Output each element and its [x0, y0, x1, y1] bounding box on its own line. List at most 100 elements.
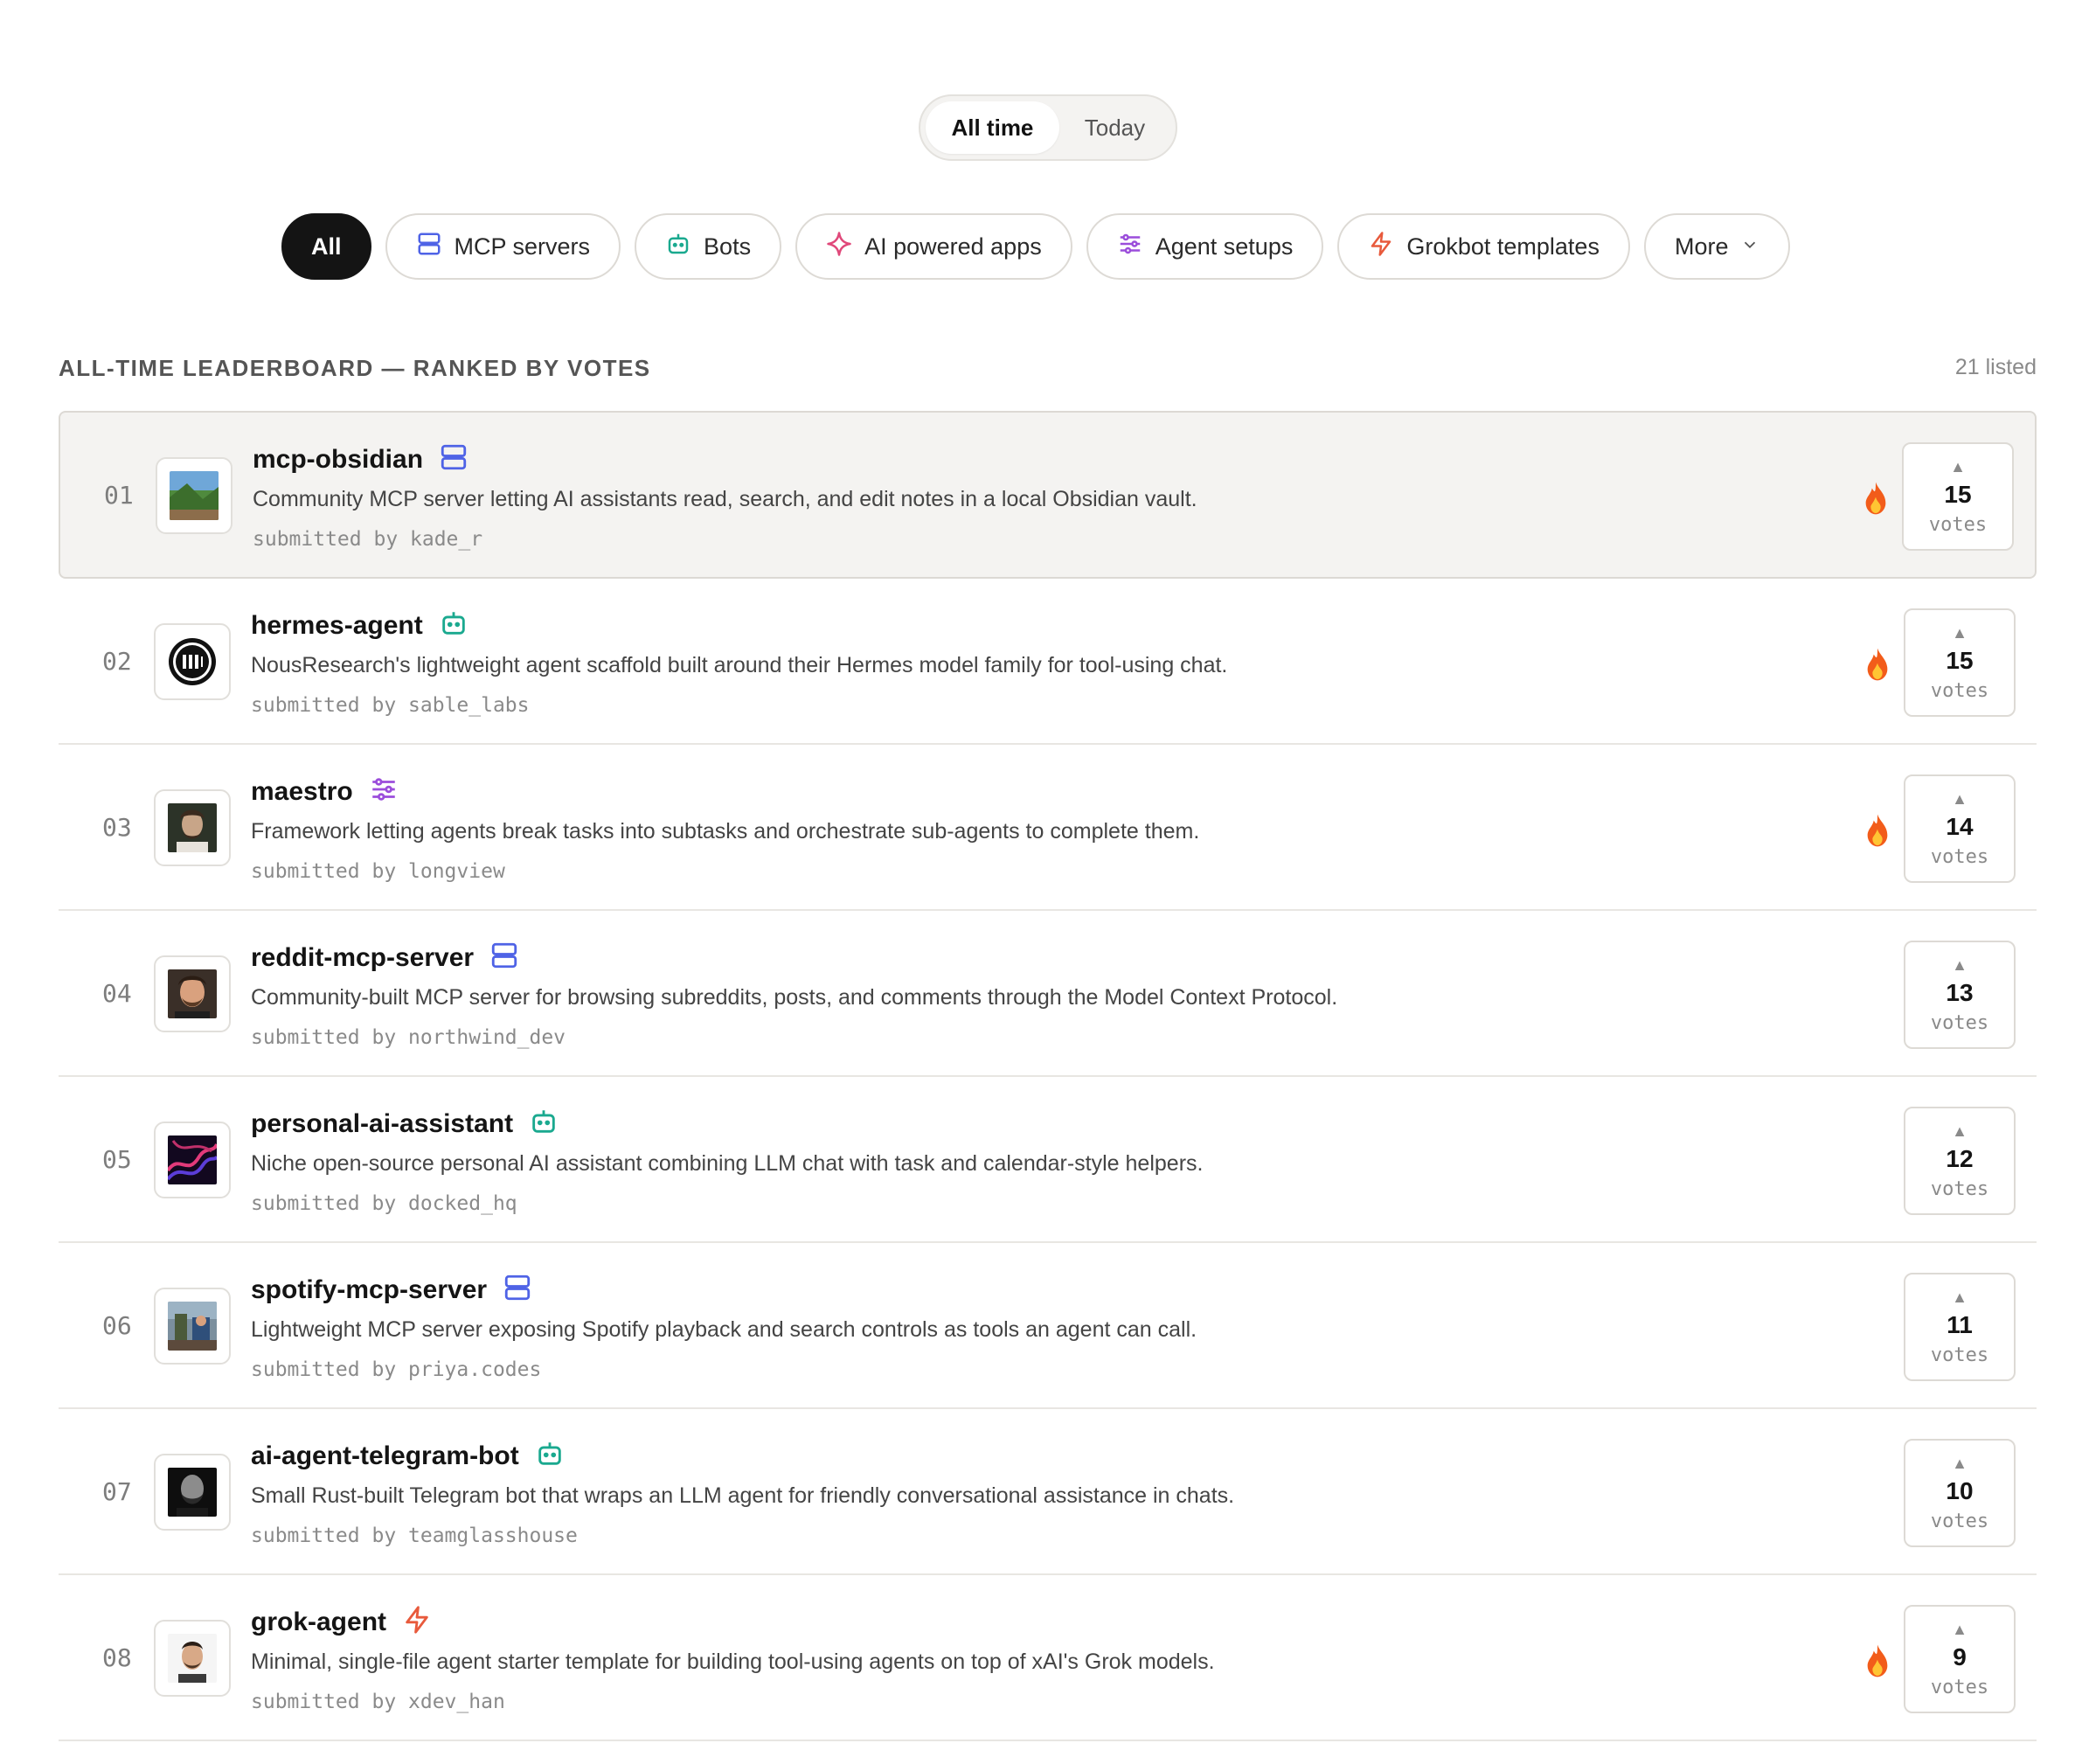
name-line: mcp-obsidian — [253, 442, 468, 476]
submitted-by: submitted by teamglasshouse — [251, 1524, 578, 1547]
submitted-by: submitted by longview — [251, 860, 505, 883]
name-line: hermes-agent — [251, 608, 468, 642]
fire-icon — [1861, 481, 1891, 516]
bot-icon — [529, 1107, 559, 1141]
submitted-by: submitted by priya.codes — [251, 1358, 542, 1381]
upvote-button[interactable]: ▲ 14 votes — [1904, 774, 2016, 883]
project-name[interactable]: ai-agent-telegram-bot — [251, 1441, 519, 1471]
filter-label: More — [1674, 233, 1729, 260]
project-name[interactable]: mcp-obsidian — [253, 445, 423, 475]
filter-bots[interactable]: Bots — [635, 213, 782, 280]
avatar — [168, 1468, 217, 1517]
vote-count: 12 — [1946, 1144, 1974, 1172]
listed-count: 21 listed — [1954, 355, 2037, 379]
list-item[interactable]: 03 maestro Framework letting agents brea… — [59, 745, 2037, 911]
project-name[interactable]: reddit-mcp-server — [251, 943, 474, 973]
upvote-button[interactable]: ▲ 15 votes — [1902, 442, 2014, 551]
project-name[interactable]: spotify-mcp-server — [251, 1275, 487, 1305]
filter-label: MCP servers — [454, 233, 591, 260]
rank-number: 06 — [102, 1310, 132, 1340]
upvote-arrow-icon: ▲ — [1952, 955, 1967, 974]
avatar — [168, 969, 217, 1018]
upvote-arrow-icon: ▲ — [1952, 1288, 1967, 1306]
vote-label: votes — [1930, 1177, 1989, 1200]
list-item[interactable]: 01 mcp-obsidian Community MCP server let… — [59, 411, 2037, 579]
bolt-icon — [1368, 231, 1394, 263]
project-description: Framework letting agents break tasks int… — [251, 819, 1200, 844]
vote-label: votes — [1930, 1510, 1989, 1532]
upvote-arrow-icon: ▲ — [1952, 1620, 1967, 1638]
filter-label: Bots — [704, 233, 752, 260]
upvote-button[interactable]: ▲ 9 votes — [1904, 1605, 2016, 1713]
filter-grokbot-templates[interactable]: Grokbot templates — [1337, 213, 1630, 280]
name-line: spotify-mcp-server — [251, 1273, 532, 1307]
rank-number: 05 — [102, 1144, 132, 1174]
server-icon — [503, 1273, 532, 1307]
filter-ai-powered-apps[interactable]: AI powered apps — [795, 213, 1072, 280]
server-icon — [439, 442, 468, 476]
project-thumbnail — [154, 1620, 231, 1697]
leaderboard-title: ALL-TIME LEADERBOARD — RANKED BY VOTES — [59, 355, 651, 381]
project-description: Small Rust-built Telegram bot that wraps… — [251, 1483, 1235, 1508]
upvote-arrow-icon: ▲ — [1952, 1122, 1967, 1140]
filter-label: Agent setups — [1155, 233, 1294, 260]
project-name[interactable]: hermes-agent — [251, 611, 423, 641]
list-item[interactable]: 06 spotify-mcp-server Lightweight MCP se… — [59, 1243, 2037, 1409]
upvote-button[interactable]: ▲ 12 votes — [1904, 1107, 2016, 1215]
submitted-by: submitted by northwind_dev — [251, 1026, 566, 1049]
abstract-image — [168, 1135, 217, 1184]
name-line: personal-ai-assistant — [251, 1107, 559, 1141]
landscape-image — [170, 471, 219, 520]
chevron-down-icon — [1740, 233, 1759, 260]
submitted-by: submitted by sable_labs — [251, 694, 530, 717]
rank-number: 02 — [102, 646, 132, 676]
upvote-button[interactable]: ▲ 10 votes — [1904, 1439, 2016, 1547]
rank-number: 03 — [102, 812, 132, 842]
filter-label: AI powered apps — [864, 233, 1042, 260]
filter-agent-setups[interactable]: Agent setups — [1086, 213, 1324, 280]
upvote-arrow-icon: ▲ — [1952, 623, 1967, 642]
vote-count: 15 — [1944, 480, 1972, 508]
project-name[interactable]: personal-ai-assistant — [251, 1109, 513, 1139]
rank-number: 07 — [102, 1476, 132, 1506]
upvote-button[interactable]: ▲ 15 votes — [1904, 608, 2016, 717]
project-description: Community-built MCP server for browsing … — [251, 985, 1338, 1010]
upvote-button[interactable]: ▲ 11 votes — [1904, 1273, 2016, 1381]
nous-logo-image — [168, 637, 217, 686]
filter-mcp-servers[interactable]: MCP servers — [385, 213, 621, 280]
project-description: Niche open-source personal AI assistant … — [251, 1151, 1204, 1176]
upvote-button[interactable]: ▲ 13 votes — [1904, 941, 2016, 1049]
upvote-arrow-icon: ▲ — [1952, 789, 1967, 808]
project-name[interactable]: grok-agent — [251, 1608, 386, 1637]
avatar — [168, 803, 217, 852]
rank-number: 04 — [102, 978, 132, 1008]
vote-label: votes — [1930, 1011, 1989, 1034]
list-item[interactable]: 08 grok-agent Minimal, single-file agent… — [59, 1575, 2037, 1741]
vote-label: votes — [1930, 1344, 1989, 1366]
project-description: Minimal, single-file agent starter templ… — [251, 1649, 1215, 1674]
submitted-by: submitted by kade_r — [253, 528, 483, 551]
vote-count: 11 — [1947, 1310, 1973, 1338]
list-item[interactable]: 04 reddit-mcp-server Community-built MCP… — [59, 911, 2037, 1077]
project-description: Lightweight MCP server exposing Spotify … — [251, 1317, 1197, 1342]
avatar — [168, 1634, 217, 1683]
project-thumbnail — [154, 789, 231, 866]
vote-count: 13 — [1946, 978, 1974, 1006]
name-line: reddit-mcp-server — [251, 941, 519, 975]
rank-number: 08 — [102, 1642, 132, 1672]
project-name[interactable]: maestro — [251, 777, 353, 807]
time-option-all-time[interactable]: All time — [926, 101, 1059, 154]
list-item[interactable]: 02 hermes-agent NousResearch's lightweig… — [59, 579, 2037, 745]
sliders-icon — [1117, 231, 1143, 263]
filter-more[interactable]: More — [1643, 213, 1791, 280]
filter-all[interactable]: All — [281, 213, 371, 280]
list-item[interactable]: 05 personal-ai-assistant Niche open-sour… — [59, 1077, 2037, 1243]
vote-count: 9 — [1953, 1642, 1967, 1670]
project-thumbnail — [154, 1454, 231, 1531]
sliders-icon — [369, 774, 399, 809]
time-option-today[interactable]: Today — [1059, 101, 1170, 154]
leaderboard-page: All time Today All MCP servers Bots AI p… — [0, 0, 2075, 1764]
list-item[interactable]: 07 ai-agent-telegram-bot Small Rust-buil… — [59, 1409, 2037, 1575]
upvote-arrow-icon: ▲ — [1952, 1454, 1967, 1472]
project-thumbnail — [154, 623, 231, 700]
